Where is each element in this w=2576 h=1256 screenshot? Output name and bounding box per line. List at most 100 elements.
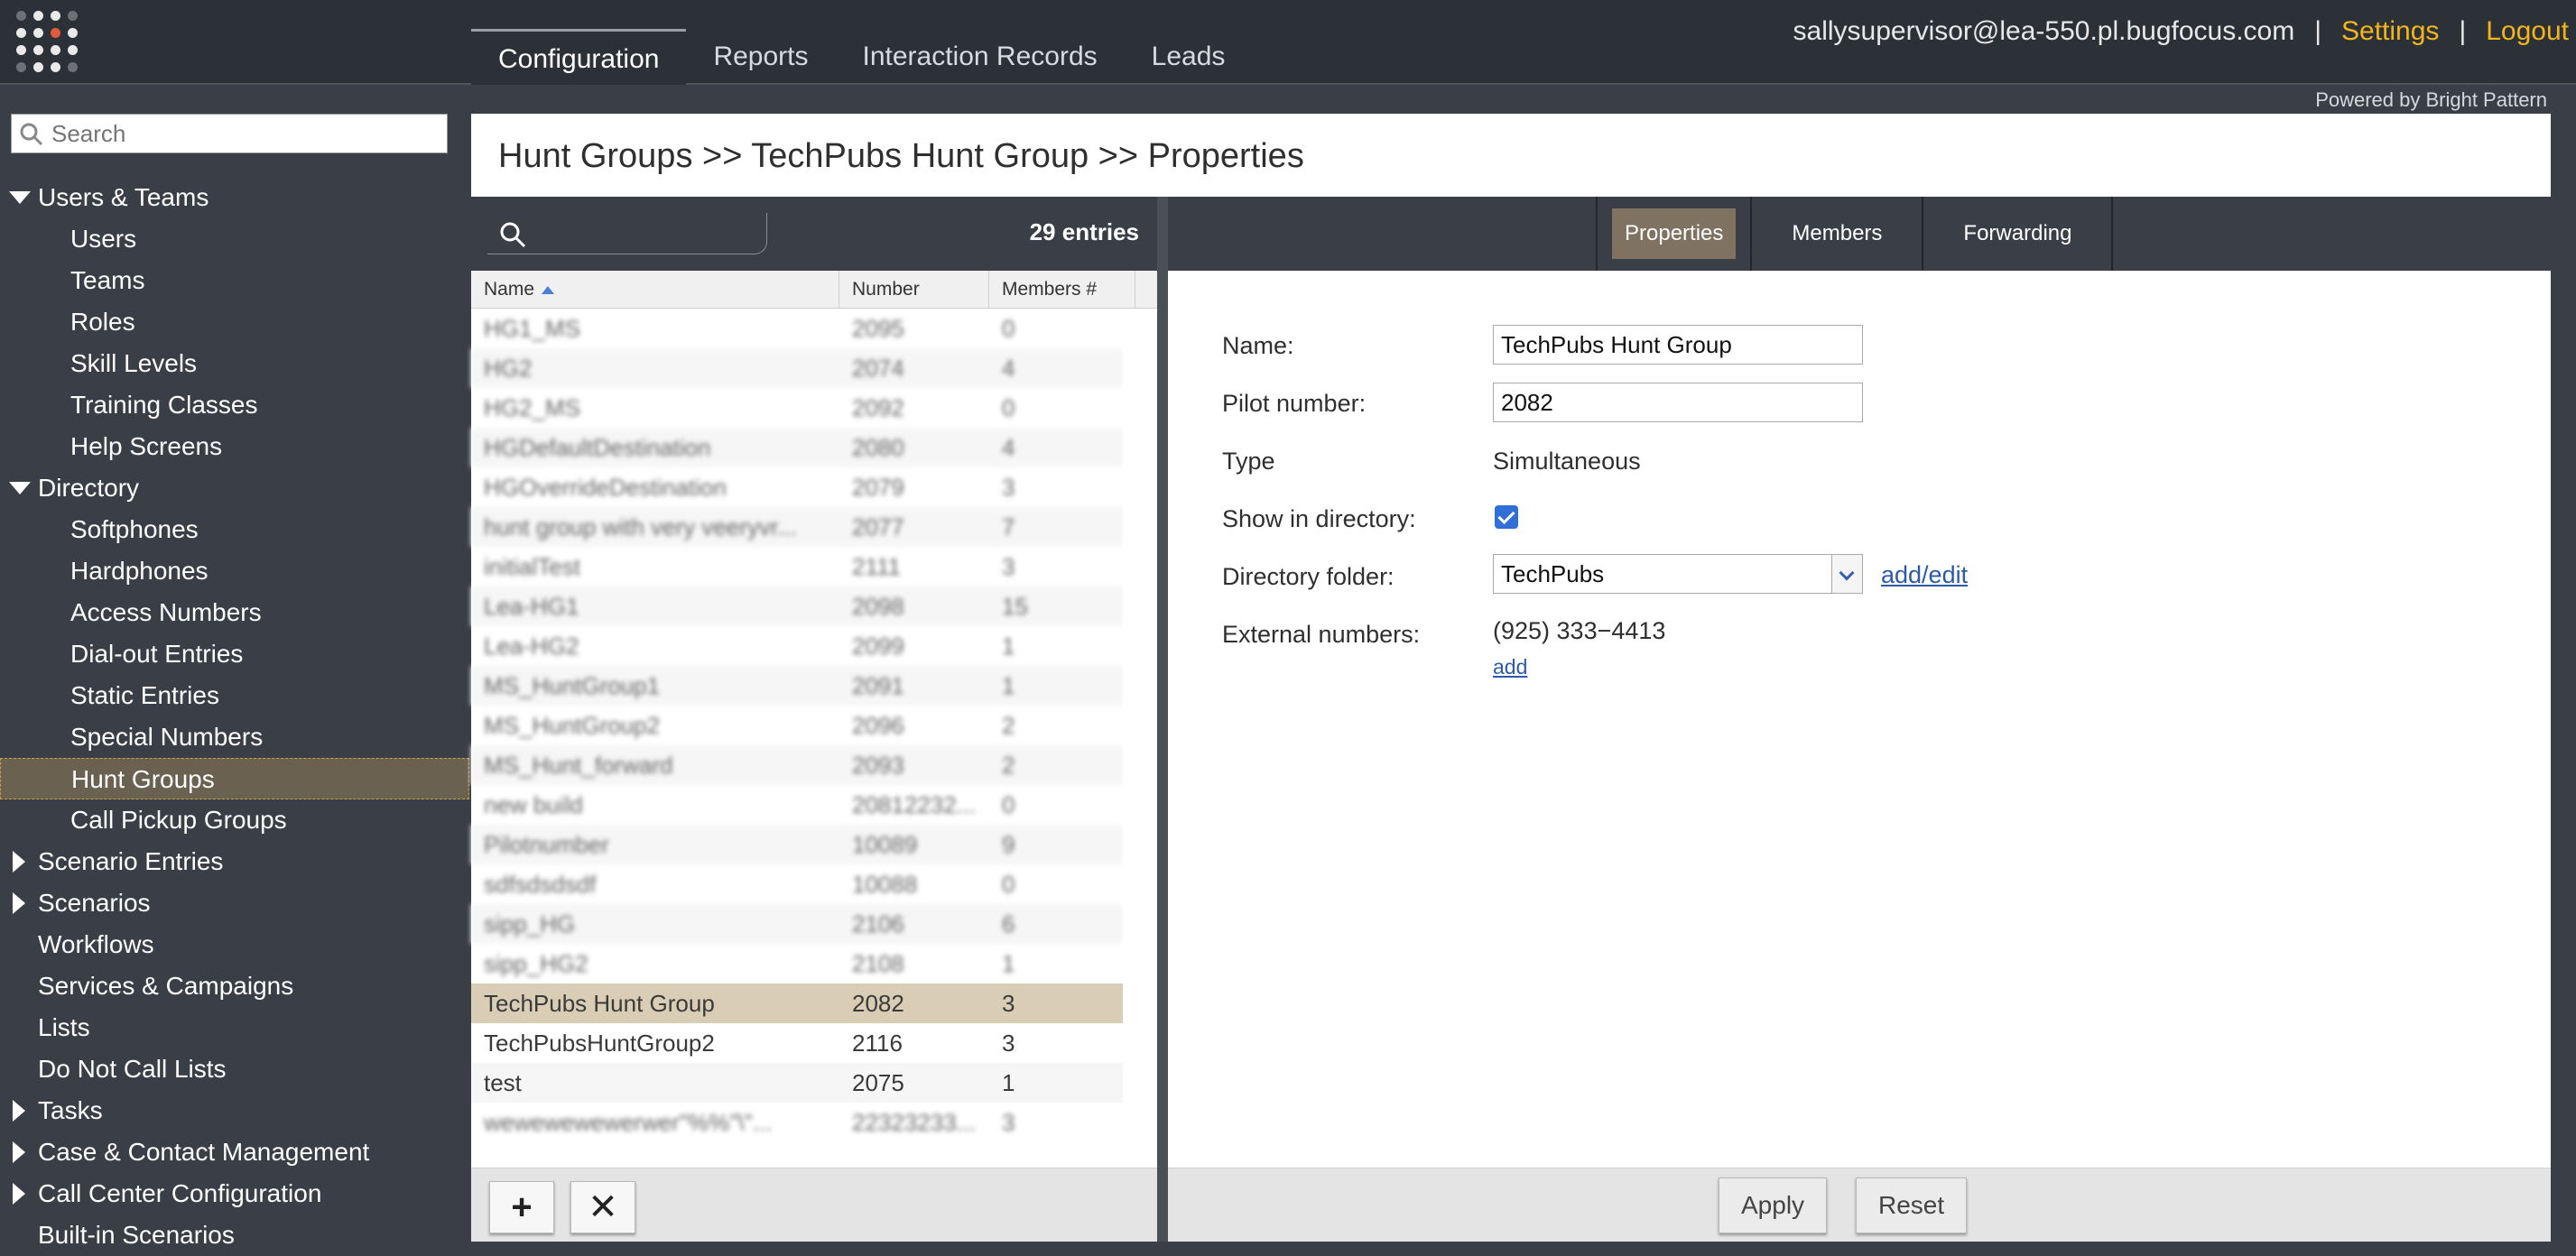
sort-ascending-icon — [542, 285, 555, 294]
sidebar-item-tasks[interactable]: Tasks — [0, 1090, 469, 1131]
sidebar-item-call-pickup-groups[interactable]: Call Pickup Groups — [0, 799, 469, 841]
cell-members: 15 — [1002, 593, 1028, 620]
panel-splitter[interactable] — [1157, 197, 1168, 1242]
table-row[interactable]: new build 20812232... 0 — [471, 785, 1123, 825]
sidebar-search[interactable] — [11, 114, 448, 153]
show-in-directory-checkbox[interactable] — [1495, 505, 1518, 529]
chevron-down-icon[interactable] — [1831, 555, 1862, 593]
reset-button[interactable]: Reset — [1856, 1178, 1968, 1233]
sidebar-item-dial-out-entries[interactable]: Dial-out Entries — [0, 633, 469, 675]
sidebar-item-special-numbers[interactable]: Special Numbers — [0, 716, 469, 758]
table-row[interactable]: MS_HuntGroup1 2091 1 — [471, 666, 1123, 706]
sidebar-item-softphones[interactable]: Softphones — [0, 509, 469, 550]
nav-tab-leads[interactable]: Leads — [1125, 29, 1253, 85]
cell-name: HGOverrideDestination — [484, 474, 727, 501]
table-row[interactable]: TechPubsHuntGroup2 2116 3 — [471, 1023, 1123, 1063]
sidebar-item-label: Do Not Call Lists — [38, 1055, 227, 1083]
details-panel: Properties Members Forwarding Name: TechPu… — [1168, 197, 2551, 1242]
table-row[interactable]: hunt group with very veeryvr... 2077 7 — [471, 507, 1123, 547]
directory-folder-select[interactable]: TechPubs — [1493, 554, 1863, 594]
nav-tab-interaction-records[interactable]: Interaction Records — [836, 29, 1125, 85]
cell-number: 10089 — [852, 831, 918, 858]
table-row[interactable]: wewewewewerwer"%%"\"... 22323233... 3 — [471, 1103, 1123, 1142]
collapsed-arrow-icon[interactable] — [13, 892, 25, 914]
sidebar-item-users-teams[interactable]: Users & Teams — [0, 177, 469, 218]
add-button[interactable]: + — [489, 1181, 554, 1233]
expanded-arrow-icon[interactable] — [9, 482, 31, 494]
apply-button[interactable]: Apply — [1719, 1178, 1828, 1233]
sidebar-item-do-not-call-lists[interactable]: Do Not Call Lists — [0, 1048, 469, 1090]
table-row[interactable]: HG2 2074 4 — [471, 348, 1123, 388]
sidebar-item-call-center-configuration[interactable]: Call Center Configuration — [0, 1173, 469, 1214]
collapsed-arrow-icon[interactable] — [13, 1100, 25, 1122]
table-row[interactable]: HG1_MS 2095 0 — [471, 309, 1123, 348]
table-row[interactable]: test 2075 1 — [471, 1063, 1123, 1103]
list-scrollbar[interactable] — [1123, 309, 1157, 1139]
sidebar-item-skill-levels[interactable]: Skill Levels — [0, 343, 469, 384]
sidebar-item-scenario-entries[interactable]: Scenario Entries — [0, 841, 469, 882]
table-row[interactable]: Lea-HG1 2098 15 — [471, 586, 1123, 626]
tab-forwarding[interactable]: Forwarding — [1922, 197, 2114, 271]
table-row[interactable]: HG2_MS 2092 0 — [471, 388, 1123, 428]
collapsed-arrow-icon[interactable] — [13, 1141, 25, 1163]
sidebar-item-hardphones[interactable]: Hardphones — [0, 550, 469, 592]
settings-link[interactable]: Settings — [2341, 16, 2439, 47]
sidebar-search-input[interactable] — [51, 118, 440, 149]
sidebar-item-case-contact-management[interactable]: Case & Contact Management — [0, 1131, 469, 1173]
show-in-directory-label: Show in directory: — [1222, 505, 1416, 532]
table-row[interactable]: sdfsdsdsdf 10088 0 — [471, 864, 1123, 904]
sidebar-item-static-entries[interactable]: Static Entries — [0, 675, 469, 716]
sidebar-item-label: Lists — [38, 1013, 90, 1041]
pilot-number-input[interactable]: 2082 — [1493, 383, 1863, 422]
nav-tab-configuration[interactable]: Configuration — [471, 29, 687, 85]
expanded-arrow-icon[interactable] — [9, 191, 31, 204]
tab-properties[interactable]: Properties — [1596, 197, 1750, 271]
sidebar-item-help-screens[interactable]: Help Screens — [0, 426, 469, 467]
sidebar-item-built-in-scenarios[interactable]: Built-in Scenarios — [0, 1214, 469, 1256]
list-search-field[interactable] — [487, 213, 767, 254]
cell-members: 4 — [1002, 355, 1015, 382]
collapsed-arrow-icon[interactable] — [13, 1183, 25, 1205]
table-row[interactable]: HGDefaultDestination 2080 4 — [471, 428, 1123, 467]
sidebar-item-label: Call Pickup Groups — [70, 806, 287, 834]
sidebar-item-label: Directory — [38, 474, 140, 502]
sidebar-item-training-classes[interactable]: Training Classes — [0, 384, 469, 426]
cell-number: 2092 — [852, 394, 904, 421]
table-row[interactable]: HGOverrideDestination 2079 3 — [471, 467, 1123, 507]
column-name-header[interactable]: Name — [471, 271, 839, 309]
table-row[interactable]: MS_Hunt_forward 2093 2 — [471, 745, 1123, 785]
add-external-number-link[interactable]: add — [1493, 655, 1527, 679]
table-row[interactable]: sipp_HG2 2108 1 — [471, 944, 1123, 984]
column-members-header[interactable]: Members # — [989, 271, 1135, 309]
collapsed-arrow-icon[interactable] — [13, 851, 25, 873]
table-row[interactable]: Lea-HG2 2099 1 — [471, 626, 1123, 666]
main-body: 29 entries Name Number Members # HG1_MS 2… — [471, 197, 2551, 1242]
sidebar-item-scenarios[interactable]: Scenarios — [0, 882, 469, 924]
sidebar-item-label: Help Screens — [70, 432, 223, 460]
sidebar-item-roles[interactable]: Roles — [0, 301, 469, 343]
sidebar-item-workflows[interactable]: Workflows — [0, 924, 469, 965]
external-numbers-label: External numbers: — [1222, 621, 1421, 648]
table-row[interactable]: MS_HuntGroup2 2096 2 — [471, 706, 1123, 745]
column-number-header[interactable]: Number — [839, 271, 989, 309]
tab-members[interactable]: Members — [1750, 197, 1922, 271]
logout-link[interactable]: Logout — [2486, 16, 2569, 47]
sidebar-item-users[interactable]: Users — [0, 218, 469, 260]
sidebar-item-hunt-groups[interactable]: Hunt Groups — [0, 758, 469, 799]
add-edit-link[interactable]: add/edit — [1881, 561, 1968, 589]
sidebar-item-services-campaigns[interactable]: Services & Campaigns — [0, 965, 469, 1007]
sidebar-item-lists[interactable]: Lists — [0, 1007, 469, 1048]
table-row[interactable]: TechPubs Hunt Group 2082 3 — [471, 984, 1123, 1023]
sidebar-item-teams[interactable]: Teams — [0, 260, 469, 301]
entries-count: 29 entries — [1029, 218, 1139, 245]
sidebar-item-directory[interactable]: Directory — [0, 467, 469, 509]
sidebar-item-label: Dial-out Entries — [70, 640, 244, 668]
nav-tab-reports[interactable]: Reports — [686, 29, 835, 85]
app-launcher-icon[interactable] — [16, 11, 78, 72]
name-input[interactable]: TechPubs Hunt Group — [1493, 325, 1863, 365]
sidebar-item-access-numbers[interactable]: Access Numbers — [0, 592, 469, 633]
table-row[interactable]: initialTest 2111 3 — [471, 547, 1123, 586]
delete-button[interactable]: ✕ — [570, 1181, 635, 1233]
table-row[interactable]: sipp_HG 2106 6 — [471, 904, 1123, 944]
table-row[interactable]: Pilotnumber 10089 9 — [471, 825, 1123, 864]
